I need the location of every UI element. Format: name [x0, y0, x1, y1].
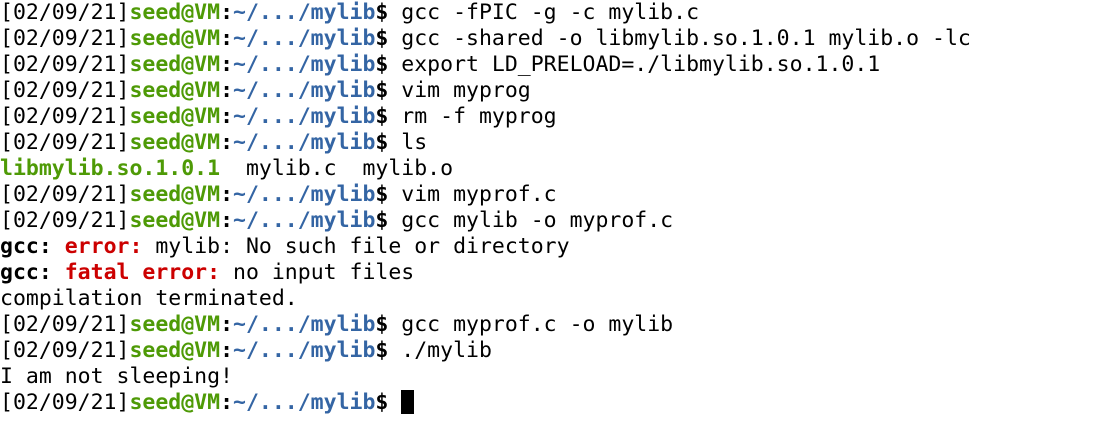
prompt-colon: :: [220, 390, 234, 415]
prompt-timestamp: [02/09/21]: [0, 26, 130, 51]
prompt-dollar: $: [375, 104, 402, 129]
prompt-path: ~/.../mylib: [233, 0, 376, 25]
prompt-user-host: seed@VM: [129, 78, 221, 103]
prompt-path: ~/.../mylib: [233, 182, 376, 207]
prompt-timestamp: [02/09/21]: [0, 182, 130, 207]
executable-file-name: libmylib.so.1.0.1: [0, 156, 221, 181]
prompt-colon: :: [220, 78, 234, 103]
command-text: export LD_PRELOAD=./libmylib.so.1.0.1: [401, 52, 881, 77]
prompt-colon: :: [220, 312, 234, 337]
error-line: gcc: fatal error: no input files: [0, 260, 1105, 286]
prompt-line: [02/09/21]seed@VM:~/.../mylib$ vim mypro…: [0, 182, 1105, 208]
prompt-path: ~/.../mylib: [233, 78, 376, 103]
prompt-timestamp: [02/09/21]: [0, 104, 130, 129]
prompt-path: ~/.../mylib: [233, 26, 376, 51]
error-message: no input files: [233, 260, 415, 285]
prompt-path: ~/.../mylib: [233, 390, 376, 415]
command-text: gcc -fPIC -g -c mylib.c: [401, 0, 700, 25]
prompt-timestamp: [02/09/21]: [0, 312, 130, 337]
prompt-path: ~/.../mylib: [233, 338, 376, 363]
prompt-path: ~/.../mylib: [233, 208, 376, 233]
prompt-user-host: seed@VM: [129, 182, 221, 207]
prompt-dollar: $: [375, 78, 402, 103]
ls-output-line: libmylib.so.1.0.1 mylib.c mylib.o: [0, 156, 1105, 182]
error-prefix: gcc:: [0, 234, 52, 259]
prompt-dollar: $: [375, 390, 402, 415]
prompt-user-host: seed@VM: [129, 312, 221, 337]
prompt-line: [02/09/21]seed@VM:~/.../mylib$ ./mylib: [0, 338, 1105, 364]
prompt-colon: :: [220, 130, 234, 155]
error-prefix: gcc:: [0, 260, 52, 285]
prompt-line: [02/09/21]seed@VM:~/.../mylib$ gcc mypro…: [0, 312, 1105, 338]
command-text: vim myprof.c: [401, 182, 557, 207]
prompt-line: [02/09/21]seed@VM:~/.../mylib$ gcc -fPIC…: [0, 0, 1105, 26]
prompt-user-host: seed@VM: [129, 26, 221, 51]
prompt-line: [02/09/21]seed@VM:~/.../mylib$ vim mypro…: [0, 78, 1105, 104]
prompt-path: ~/.../mylib: [233, 312, 376, 337]
error-line: gcc: error: mylib: No such file or direc…: [0, 234, 1105, 260]
prompt-line: [02/09/21]seed@VM:~/.../mylib$ gcc -shar…: [0, 26, 1105, 52]
command-text: gcc -shared -o libmylib.so.1.0.1 mylib.o…: [401, 26, 971, 51]
prompt-colon: :: [220, 26, 234, 51]
prompt-colon: :: [220, 0, 234, 25]
error-label: error:: [64, 234, 143, 259]
prompt-line: [02/09/21]seed@VM:~/.../mylib$ rm -f myp…: [0, 104, 1105, 130]
prompt-dollar: $: [375, 52, 402, 77]
prompt-path: ~/.../mylib: [233, 52, 376, 77]
output-text: compilation terminated.: [0, 286, 298, 311]
prompt-user-host: seed@VM: [129, 52, 221, 77]
prompt-dollar: $: [375, 130, 402, 155]
output-line: I am not sleeping!: [0, 364, 1105, 390]
command-text: rm -f myprog: [401, 104, 557, 129]
prompt-line: [02/09/21]seed@VM:~/.../mylib$: [0, 390, 1105, 416]
prompt-colon: :: [220, 104, 234, 129]
prompt-path: ~/.../mylib: [233, 104, 376, 129]
prompt-user-host: seed@VM: [129, 104, 221, 129]
prompt-timestamp: [02/09/21]: [0, 78, 130, 103]
prompt-colon: :: [220, 182, 234, 207]
error-label: fatal error:: [64, 260, 221, 285]
output-line: compilation terminated.: [0, 286, 1105, 312]
output-text: I am not sleeping!: [0, 364, 233, 389]
error-message: mylib: No such file or directory: [155, 234, 570, 259]
prompt-colon: :: [220, 338, 234, 363]
prompt-user-host: seed@VM: [129, 390, 221, 415]
prompt-user-host: seed@VM: [129, 130, 221, 155]
prompt-timestamp: [02/09/21]: [0, 130, 130, 155]
prompt-user-host: seed@VM: [129, 208, 221, 233]
prompt-timestamp: [02/09/21]: [0, 390, 130, 415]
prompt-dollar: $: [375, 0, 402, 25]
prompt-timestamp: [02/09/21]: [0, 338, 130, 363]
prompt-path: ~/.../mylib: [233, 130, 376, 155]
prompt-user-host: seed@VM: [129, 338, 221, 363]
prompt-dollar: $: [375, 208, 402, 233]
prompt-line: [02/09/21]seed@VM:~/.../mylib$ export LD…: [0, 52, 1105, 78]
file-names: mylib.c mylib.o: [220, 156, 454, 181]
prompt-colon: :: [220, 208, 234, 233]
prompt-dollar: $: [375, 312, 402, 337]
prompt-colon: :: [220, 52, 234, 77]
command-text: gcc myprof.c -o mylib: [401, 312, 674, 337]
prompt-dollar: $: [375, 26, 402, 51]
command-text: ls: [401, 130, 428, 155]
text-cursor[interactable]: [401, 390, 415, 414]
prompt-line: [02/09/21]seed@VM:~/.../mylib$ gcc mylib…: [0, 208, 1105, 234]
command-text: vim myprog: [401, 78, 531, 103]
prompt-timestamp: [02/09/21]: [0, 208, 130, 233]
terminal-window[interactable]: [02/09/21]seed@VM:~/.../mylib$ gcc -fPIC…: [0, 0, 1105, 425]
prompt-dollar: $: [375, 182, 402, 207]
command-text: ./mylib: [401, 338, 492, 363]
prompt-timestamp: [02/09/21]: [0, 0, 130, 25]
prompt-line: [02/09/21]seed@VM:~/.../mylib$ ls: [0, 130, 1105, 156]
prompt-timestamp: [02/09/21]: [0, 52, 130, 77]
prompt-user-host: seed@VM: [129, 0, 221, 25]
prompt-dollar: $: [375, 338, 402, 363]
command-text: gcc mylib -o myprof.c: [401, 208, 674, 233]
